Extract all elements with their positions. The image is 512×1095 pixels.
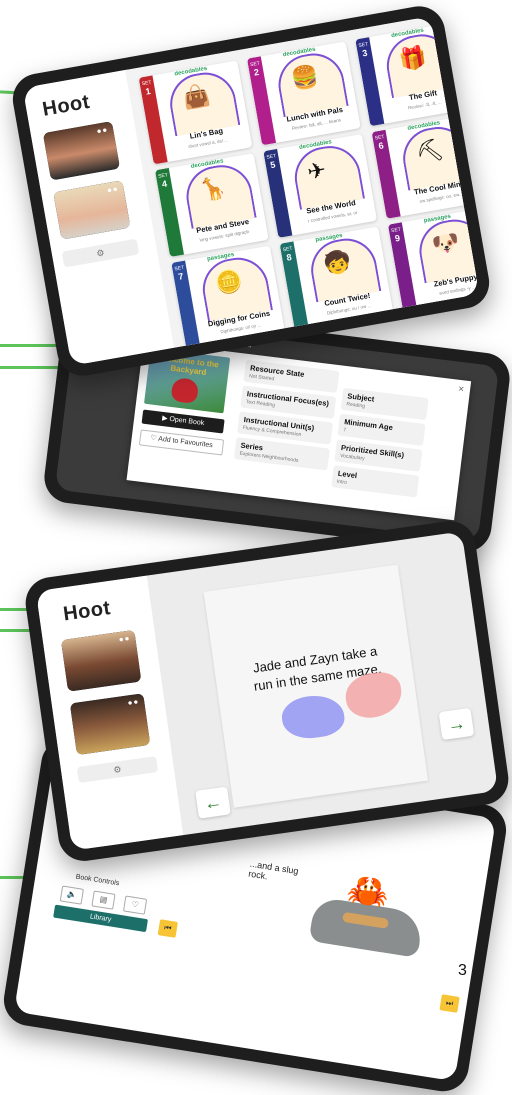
- book-card[interactable]: SET 7 passages 🪙 Digging for Coins Diphthongs…: [171, 245, 286, 350]
- open-book-label: Open Book: [168, 415, 205, 428]
- book-card[interactable]: SET 4 decodables 🦒 Pete and Steve long vowels…: [154, 152, 269, 258]
- cardinal-illustration: [170, 376, 200, 404]
- book-spine: SET 3: [355, 37, 385, 127]
- book-spine: SET 4: [154, 167, 185, 258]
- book-grid: SET 1 decodables 👜 Lin's Bag short vowel a, i…: [125, 16, 480, 350]
- story-text: ...and a slug rock.: [247, 858, 300, 882]
- open-book-button[interactable]: ▶ Open Book: [141, 409, 225, 434]
- book-spine: SET 6: [371, 129, 401, 219]
- book-spine: SET 1: [138, 75, 168, 165]
- blue-hand-illustration: [279, 691, 347, 742]
- book-spine: SET 9: [387, 222, 418, 312]
- settings-bar[interactable]: ⚙: [61, 238, 140, 268]
- gear-icon[interactable]: ⚙: [113, 764, 122, 775]
- play-icon: ▶: [161, 414, 168, 423]
- book-illustration: 🐶: [430, 228, 462, 259]
- heart-outline-icon: ♡: [150, 434, 158, 443]
- crab-rock-illustration: 🦀: [308, 862, 430, 958]
- book-illustration: 👜: [180, 81, 213, 112]
- book-card[interactable]: SET 9 passages 🐶 Zeb's Puppy word endings -y …: [387, 207, 480, 312]
- reader-sidebar: Hoot ●● ●● ⚙: [35, 575, 184, 851]
- book-illustration: 🦒: [197, 174, 229, 204]
- book-spine: SET 7: [171, 260, 201, 350]
- resource-modal: × Welcome to the Backyard ▶ Open Book ♡ …: [126, 341, 472, 521]
- book-card[interactable]: SET 8 passages 🧒 Count Twice! Diphthongs: ou …: [279, 226, 394, 331]
- book-card[interactable]: SET 6 decodables ⛏ The Cool Mine ow spellings…: [371, 114, 480, 219]
- book-card[interactable]: SET 3 decodables 🎁 The Gift Review: -ft, -lt,…: [355, 22, 470, 127]
- text-icon[interactable]: ▤: [91, 890, 116, 910]
- previous-page-button[interactable]: ←: [195, 786, 231, 819]
- book-illustration: 🪙: [213, 266, 245, 297]
- book-illustration: ⛏: [413, 136, 446, 166]
- last-page-button[interactable]: ⏭: [439, 994, 460, 1013]
- gear-icon[interactable]: ⚙: [96, 247, 106, 258]
- book-illustration: 🎁: [397, 43, 429, 74]
- book-controls-heading: Book Controls: [75, 873, 120, 888]
- modal-close-icon[interactable]: ×: [458, 384, 465, 396]
- first-page-button[interactable]: ⏮: [157, 919, 178, 938]
- audio-icon[interactable]: 🔈: [59, 885, 84, 905]
- book-spine: SET 2: [246, 56, 277, 146]
- heart-icon[interactable]: ♡: [122, 895, 148, 915]
- video-tile-tutor[interactable]: ●●: [60, 629, 142, 692]
- book-illustration: 🧒: [321, 247, 354, 278]
- book-spine: SET 5: [263, 148, 293, 238]
- book-illustration: 🍔: [289, 62, 321, 93]
- hoot-logo: Hoot: [40, 90, 92, 121]
- book-card[interactable]: SET 1 decodables 👜 Lin's Bag short vowel a, i…: [138, 60, 253, 165]
- video-tile-child[interactable]: ●●: [53, 180, 131, 240]
- video-tile-adult[interactable]: ●●: [42, 121, 121, 181]
- video-tile-student[interactable]: ●●: [69, 693, 151, 756]
- next-page-button[interactable]: →: [438, 707, 475, 741]
- settings-bar[interactable]: ⚙: [76, 756, 159, 784]
- page-number: 3: [458, 962, 467, 979]
- tablet-library: Hoot ●● ●● ⚙ SET 1 decodables 👜 Lin's Bag sho…: [8, 2, 494, 380]
- book-card[interactable]: SET 5 decodables ✈ See the World r controlled…: [263, 133, 378, 238]
- book-card[interactable]: SET 2 decodables 🍔 Lunch with Pals Review: fa…: [246, 41, 361, 146]
- add-to-favourites-label: Add to Favourites: [157, 435, 214, 450]
- hoot-logo: Hoot: [61, 597, 112, 626]
- more-icon[interactable]: ●●: [127, 697, 140, 708]
- add-to-favourites-button[interactable]: ♡ Add to Favourites: [138, 429, 225, 456]
- more-icon[interactable]: ●●: [118, 634, 131, 645]
- book-spine: SET 8: [279, 241, 309, 331]
- reader-page: Jade and Zayn take a run in the same maz…: [203, 564, 429, 808]
